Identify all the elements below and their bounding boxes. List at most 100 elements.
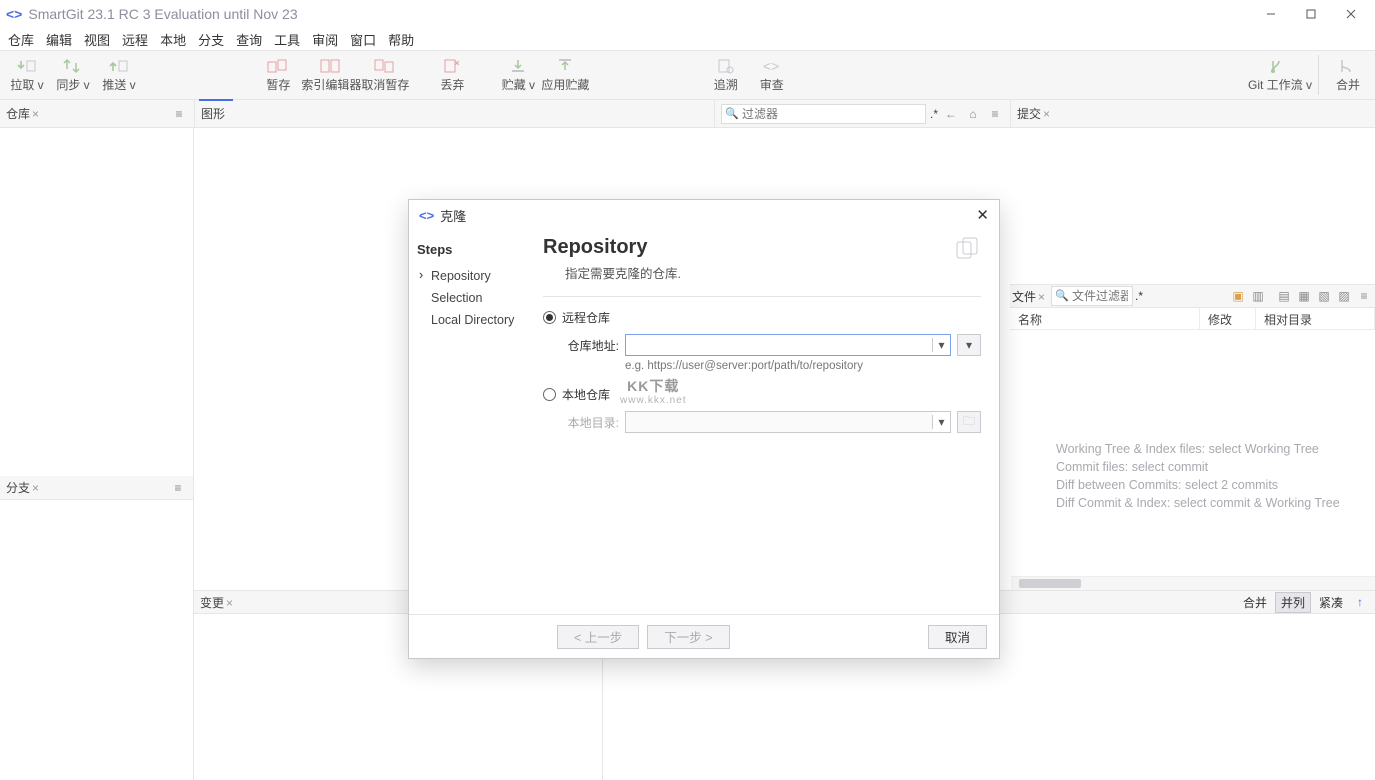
svg-text:<>: <>: [763, 58, 779, 74]
panel-changes-close-icon[interactable]: ×: [226, 596, 233, 610]
app-logo-icon: <>: [6, 6, 22, 22]
file-view-folder-icon[interactable]: ▣: [1229, 287, 1247, 305]
toolbar-push[interactable]: 推送 v: [96, 52, 142, 98]
toolbar-discard[interactable]: 丢弃: [429, 52, 475, 98]
window-minimize-button[interactable]: [1253, 2, 1289, 26]
file-view-opt3-icon[interactable]: ▦: [1295, 287, 1313, 305]
regex-label: .*: [930, 107, 938, 121]
toggle-side-by-side[interactable]: 并列: [1275, 592, 1311, 613]
sync-icon: [62, 57, 84, 75]
repo-url-input[interactable]: [626, 335, 932, 355]
file-view-opt2-icon[interactable]: ▤: [1275, 287, 1293, 305]
col-name[interactable]: 名称: [1010, 308, 1200, 329]
toolbar-stage[interactable]: 暂存: [255, 52, 301, 98]
dialog-close-button[interactable]: ✕: [976, 206, 989, 224]
toolbar-merge[interactable]: 合并: [1325, 52, 1371, 98]
label-local-dir: 本地目录:: [563, 414, 619, 431]
toolbar-pull[interactable]: 拉取 v: [4, 52, 50, 98]
panel-changes-title: 变更: [200, 596, 224, 610]
panel-repo-menu-icon[interactable]: ≡: [170, 105, 188, 123]
panel-branches-title: 分支: [6, 481, 30, 495]
radio-remote-icon: [543, 311, 556, 324]
menu-view[interactable]: 视图: [84, 30, 110, 49]
toggle-merge[interactable]: 合并: [1237, 592, 1273, 613]
panel-files-close-icon[interactable]: ×: [1038, 290, 1045, 304]
toolbar-stash[interactable]: 贮藏 v: [495, 52, 541, 98]
toggle-compact[interactable]: 紧凑: [1313, 592, 1349, 613]
panel-files-menu-icon[interactable]: ≡: [1355, 287, 1373, 305]
files-help-text: Working Tree & Index files: select Worki…: [1010, 330, 1375, 513]
steps-heading: Steps: [417, 242, 529, 257]
review-icon: <>: [761, 57, 783, 75]
col-rel[interactable]: 相对目录: [1256, 308, 1375, 329]
apply-stash-icon: [554, 57, 576, 75]
panel-repo-title: 仓库: [6, 107, 30, 121]
blame-icon: [715, 57, 737, 75]
toolbar-sync[interactable]: 同步 v: [50, 52, 96, 98]
main-toolbar: 拉取 v 同步 v 推送 v 暂存 索引编辑器 取消暂存 丢弃 贮藏 v 应用贮…: [0, 50, 1375, 100]
panel-branches-menu-icon[interactable]: ≡: [169, 479, 187, 497]
repo-url-more-button[interactable]: ▾: [957, 334, 981, 356]
gitflow-icon: [1269, 57, 1291, 75]
menu-edit[interactable]: 编辑: [46, 30, 72, 49]
radio-remote-repo[interactable]: 远程仓库: [543, 309, 981, 326]
menu-help[interactable]: 帮助: [388, 30, 414, 49]
menu-remote[interactable]: 远程: [122, 30, 148, 49]
panel-files-title: 文件: [1012, 290, 1036, 304]
dialog-logo-icon: <>: [419, 208, 434, 223]
panel-repo-close-icon[interactable]: ×: [32, 107, 39, 121]
dialog-next-button: 下一步 >: [647, 625, 729, 649]
local-dir-dropdown-icon: ▾: [932, 415, 950, 429]
stage-icon: [267, 57, 289, 75]
menu-window[interactable]: 窗口: [350, 30, 376, 49]
col-mod[interactable]: 修改: [1200, 308, 1256, 329]
push-icon: [108, 57, 130, 75]
nav-home-icon[interactable]: ⌂: [964, 105, 982, 123]
files-h-scrollbar[interactable]: [1011, 576, 1375, 590]
repo-url-hint: e.g. https://user@server:port/path/to/re…: [543, 360, 981, 372]
merge-icon: [1337, 57, 1359, 75]
file-view-opt1-icon[interactable]: ▥: [1249, 287, 1267, 305]
file-regex-label: .*: [1135, 289, 1143, 303]
dialog-cancel-button[interactable]: 取消: [928, 625, 987, 649]
step-selection[interactable]: Selection: [417, 287, 529, 309]
panel-branches-close-icon[interactable]: ×: [32, 481, 39, 495]
pull-icon: [16, 57, 38, 75]
dialog-title: 克隆: [440, 206, 466, 225]
panel-graph-title: 图形: [201, 105, 225, 122]
toolbar-blame[interactable]: 追溯: [703, 52, 749, 98]
repo-url-dropdown-icon[interactable]: ▾: [932, 338, 950, 352]
menu-review[interactable]: 审阅: [312, 30, 338, 49]
dialog-subtitle: 指定需要克隆的仓库.: [543, 263, 981, 282]
panel-commit-title: 提交: [1017, 107, 1041, 121]
index-editor-icon: [320, 57, 342, 75]
menu-local[interactable]: 本地: [160, 30, 186, 49]
toolbar-gitflow[interactable]: Git 工作流 v: [1248, 52, 1312, 98]
dialog-back-button: < 上一步: [557, 625, 639, 649]
menu-repository[interactable]: 仓库: [8, 30, 34, 49]
scroll-up-icon[interactable]: ↑: [1351, 593, 1369, 611]
menu-branch[interactable]: 分支: [198, 30, 224, 49]
window-close-button[interactable]: [1333, 2, 1369, 26]
file-view-opt5-icon[interactable]: ▨: [1335, 287, 1353, 305]
file-view-opt4-icon[interactable]: ▧: [1315, 287, 1333, 305]
window-maximize-button[interactable]: [1293, 2, 1329, 26]
panel-commit-close-icon[interactable]: ×: [1043, 107, 1050, 121]
nav-back-icon[interactable]: ←: [942, 105, 960, 123]
toolbar-apply-stash[interactable]: 应用贮藏: [541, 52, 589, 98]
step-repository[interactable]: Repository: [417, 265, 529, 287]
graph-filter-input[interactable]: [721, 104, 926, 124]
radio-local-repo[interactable]: 本地仓库: [543, 386, 981, 403]
menu-tools[interactable]: 工具: [274, 30, 300, 49]
toolbar-index-editor[interactable]: 索引编辑器: [301, 52, 361, 98]
step-local-directory[interactable]: Local Directory: [417, 309, 529, 331]
toolbar-review[interactable]: <> 审查: [749, 52, 795, 98]
stash-icon: [507, 57, 529, 75]
panel-graph-menu-icon[interactable]: ≡: [986, 105, 1004, 123]
toolbar-unstage[interactable]: 取消暂存: [361, 52, 409, 98]
dialog-header-icon: [955, 236, 981, 262]
menu-query[interactable]: 查询: [236, 30, 262, 49]
window-title: SmartGit 23.1 RC 3 Evaluation until Nov …: [28, 6, 297, 22]
file-search-icon: 🔍: [1055, 289, 1069, 302]
file-table-header: 名称 修改 相对目录: [1010, 308, 1375, 330]
